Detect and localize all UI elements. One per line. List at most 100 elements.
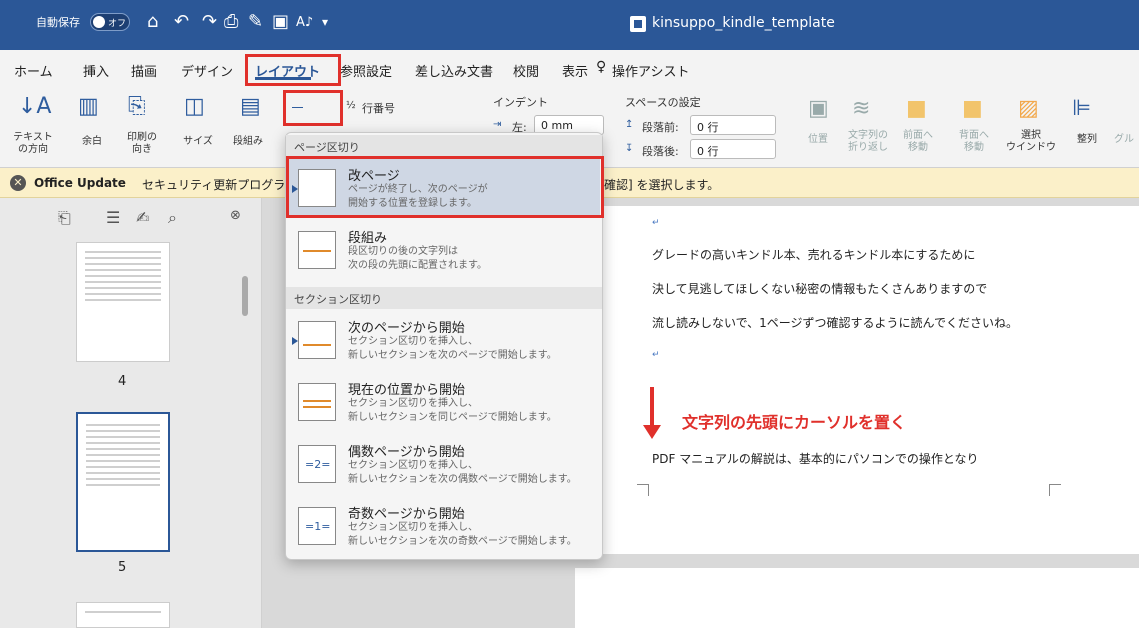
orientation-icon[interactable]: ⎘ [128,94,146,119]
line-numbers-icon: ½ [346,100,356,111]
menu-item-desc: 新しいセクションを同じページで開始します。 [348,412,557,423]
annotation-text: 文字列の先頭にカーソルを置く [682,413,907,432]
save-icon[interactable]: ▣ [272,11,289,32]
tab-insert[interactable]: 挿入 [83,61,109,80]
position-icon[interactable]: ▣ [808,96,829,121]
group-label: グル [1114,134,1134,145]
menu-item-title: 次のページから開始 [348,321,465,336]
page-number-5: 5 [118,560,127,575]
spacing-after-label: 段落後: [642,145,679,158]
column-break-icon [298,231,336,269]
customize-icon[interactable]: ▾ [322,15,328,29]
highlight-breaks-button [283,90,343,126]
spacing-after-icon: ↧ [625,143,634,154]
spacing-before-label: 段落前: [642,121,679,134]
doc-line-3: 流し読みしないで、1ページずつ確認するように読んでくださいね。 [652,316,1018,330]
doc-line-4: PDF マニュアルの解説は、基本的にパソコンでの操作となり [652,452,979,466]
tab-mailings[interactable]: 差し込み文書 [415,61,493,80]
next-page[interactable] [575,568,1139,628]
send-backward-icon[interactable]: ■ [962,96,983,121]
word-doc-icon [630,16,646,32]
menu-item-column-break[interactable]: 段組み 段区切りの後の文字列は 次の段の先頭に配置されます。 [288,221,600,279]
page-thumbnails-icon[interactable]: ⎗ [58,208,71,228]
menu-item-title: 偶数ページから開始 [348,445,465,460]
menu-item-desc: 新しいセクションを次の奇数ページで開始します。 [348,536,577,547]
notice-text: セキュリティ更新プログラム [142,178,297,192]
menu-item-odd-page[interactable]: =1= 奇数ページから開始 セクション区切りを挿入し、 新しいセクションを次の奇… [288,497,600,555]
menu-item-title: 段組み [348,231,388,246]
bring-forward-icon[interactable]: ■ [906,96,927,121]
paragraph-mark: ↵ [652,218,660,228]
size-icon[interactable]: ◫ [184,94,205,119]
menu-item-desc: セクション区切りを挿入し、 [348,336,478,347]
wrap-text-icon[interactable]: ≋ [852,96,870,121]
ribbon-tabs: ホーム 挿入 描画 デザイン レイアウト 参照設定 差し込み文書 校閲 表示 ♀… [0,50,1139,88]
redo-icon[interactable]: ↷ [202,11,217,32]
down-arrow-icon [643,387,661,439]
print-icon[interactable]: ⎙ [224,11,238,32]
orientation-label: 印刷の 向き [127,132,157,155]
menu-item-title: 奇数ページから開始 [348,507,465,522]
page-breaks-header: ページ区切り [286,135,602,157]
tab-design[interactable]: デザイン [181,61,233,80]
menu-item-desc: セクション区切りを挿入し、 [348,398,478,409]
toggle-knob [93,16,105,28]
wrap-text-label: 文字列の 折り返し [848,130,888,153]
page-thumbnail-6[interactable] [76,602,170,628]
menu-item-next-page[interactable]: 次のページから開始 セクション区切りを挿入し、 新しいセクションを次のページで開… [288,311,600,369]
undo-icon[interactable]: ↶ [174,11,189,32]
align-icon[interactable]: ⊫ [1072,96,1091,121]
close-pane-icon[interactable]: ⊗ [230,208,241,223]
tab-draw[interactable]: 描画 [131,61,157,80]
home-icon[interactable]: ⌂ [147,11,158,32]
tab-review[interactable]: 校閲 [513,61,539,80]
autosave-toggle[interactable]: オフ [90,13,130,31]
indent-left-icon: ⇥ [493,119,502,130]
notice-text-2: 確認] を選択します。 [604,178,720,192]
menu-item-continuous[interactable]: 現在の位置から開始 セクション区切りを挿入し、 新しいセクションを同じページで開… [288,373,600,431]
spacing-before-icon: ↥ [625,119,634,130]
title-bar: 自動保存 オフ ⌂ ↶ ↷ ⎙ ✎ ▣ A♪ ▾ kinsuppo_kindle… [0,0,1139,50]
line-numbers-label[interactable]: 行番号 [362,100,395,116]
menu-item-desc: 次の段の先頭に配置されます。 [348,260,487,271]
margins-icon[interactable]: ▥ [78,94,99,119]
highlight-layout-tab [245,54,341,86]
section-next-page-icon [298,321,336,359]
tab-view[interactable]: 表示 [562,61,588,80]
section-odd-page-icon: =1= [298,507,336,545]
menu-item-desc: 段区切りの後の文字列は [348,246,458,257]
bring-forward-label: 前面へ 移動 [903,130,933,153]
tab-tell-me[interactable]: 操作アシスト [612,61,689,80]
read-aloud-icon[interactable]: A♪ [296,15,313,30]
search-icon[interactable]: ⌕ [168,208,177,228]
page-thumbnail-4[interactable] [76,242,170,362]
notice-title: Office Update [34,176,126,190]
outline-icon[interactable]: ☰ [106,208,120,227]
close-icon[interactable]: ✕ [10,175,26,191]
lightbulb-icon: ♀ [596,59,607,75]
align-label: 整列 [1077,134,1097,145]
columns-icon[interactable]: ▤ [240,94,261,119]
menu-item-desc: 新しいセクションを次の偶数ページで開始します。 [348,474,577,485]
document-title[interactable]: kinsuppo_kindle_template [652,15,835,31]
edit-icon[interactable]: ✎ [248,11,263,32]
text-direction-icon[interactable]: ↓A [18,94,51,119]
menu-item-even-page[interactable]: =2= 偶数ページから開始 セクション区切りを挿入し、 新しいセクションを次の偶… [288,435,600,493]
spacing-before-input[interactable]: 0 行 [690,115,776,135]
selection-pane-icon[interactable]: ▨ [1018,96,1039,121]
paragraph-mark: ↵ [652,350,660,360]
pane-scrollbar[interactable] [242,276,248,316]
send-backward-label: 背面へ 移動 [959,130,989,153]
spacing-after-input[interactable]: 0 行 [690,139,776,159]
page-thumbnail-5[interactable] [76,412,170,552]
document-page[interactable]: ↵ グレードの高いキンドル本、売れるキンドル本にするために 決して見逃してほしく… [597,206,1139,554]
text-direction-label: テキスト の方向 [13,132,53,155]
tab-home[interactable]: ホーム [14,61,53,80]
position-label: 位置 [808,134,828,145]
navigation-pane: ⎗ ☰ ✍ ⌕ ⊗ 4 5 [0,198,262,628]
highlight-page-break-item [286,156,604,218]
margin-corner [637,484,649,496]
edit-doc-icon[interactable]: ✍ [136,208,149,227]
tab-references[interactable]: 参照設定 [340,61,392,80]
spacing-label: スペースの設定 [625,96,701,109]
